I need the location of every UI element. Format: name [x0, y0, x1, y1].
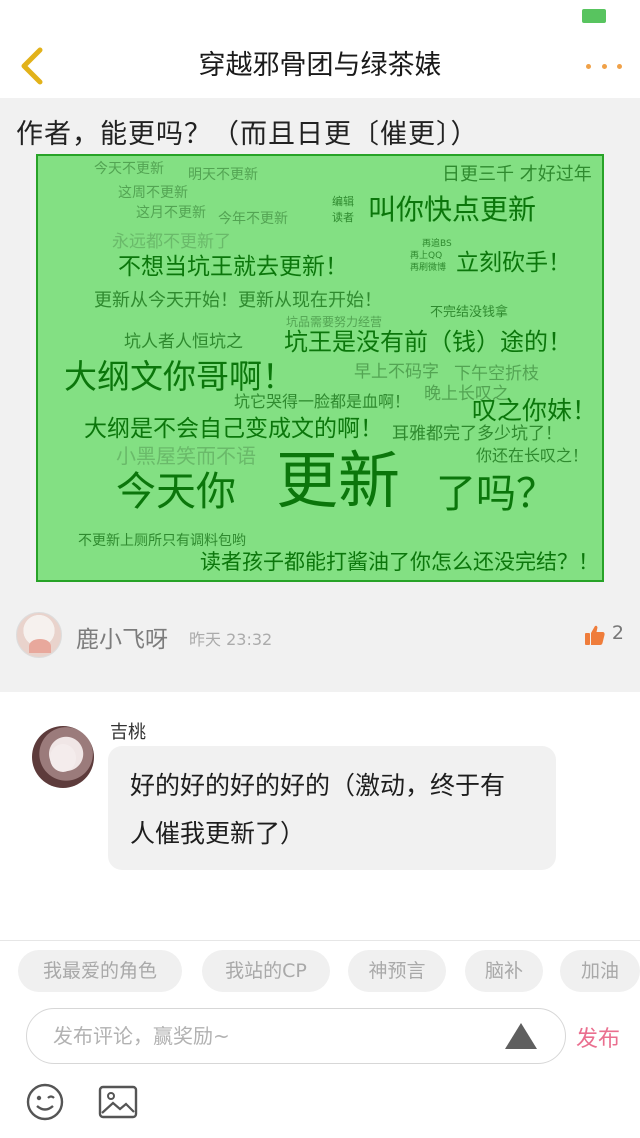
- meme-text: 坑品需要努力经营: [286, 315, 383, 329]
- send-triangle-icon[interactable]: [505, 1023, 537, 1049]
- meme-text: 读者孩子都能打酱油了你怎么还没完结？！: [200, 550, 599, 574]
- meme-text: 早上不码字: [354, 362, 439, 382]
- more-dot-icon: [586, 63, 591, 69]
- meme-text: 不想当坑王就去更新！: [118, 254, 348, 280]
- meme-image[interactable]: 今天不更新 明天不更新 这周不更新 这月不更新 今年不更新 日更三千 才好过年 …: [36, 154, 604, 582]
- post-card: 作者，能更吗？（而且日更〔催更〕） 今天不更新 明天不更新 这周不更新 这月不更…: [0, 98, 640, 692]
- tag-chip[interactable]: 我最爱的角色: [18, 950, 182, 992]
- comment-text: 好的好的好的好的（激动，终于有: [130, 771, 506, 800]
- chevron-left-icon: [21, 47, 43, 85]
- meme-text: 叫你快点更新: [368, 193, 537, 226]
- post-text: 作者，能更吗？（而且日更〔催更〕）: [16, 119, 479, 150]
- meme-text: 再追BS: [422, 239, 452, 249]
- back-button[interactable]: [12, 42, 52, 90]
- status-bar: [0, 0, 640, 34]
- comment-bubble: 好的好的好的好的（激动，终于有 人催我更新了）: [108, 746, 556, 870]
- more-dot-icon: [617, 63, 622, 69]
- publish-button[interactable]: 发布: [576, 1021, 620, 1053]
- page-title: 穿越邪骨团与绿茶婊: [198, 50, 442, 81]
- comment-composer: 我最爱的角色 我站的CP 神预言 脑补 加油 发布: [0, 940, 640, 1138]
- meme-text: 小黑屋笑而不语: [116, 444, 256, 468]
- author-name[interactable]: 鹿小飞呀: [76, 620, 168, 654]
- comment-text: 人催我更新了）: [130, 819, 306, 848]
- header: 穿越邪骨团与绿茶婊: [0, 34, 640, 98]
- meme-text: 明天不更新: [188, 167, 258, 183]
- comment-item: 吉桃 好的好的好的好的（激动，终于有 人催我更新了）: [0, 692, 640, 940]
- meme-text: 永远都不更新了: [112, 232, 231, 252]
- meme-text: 今天你: [116, 469, 236, 515]
- meme-text: 大纲是不会自己变成文的啊！: [84, 416, 383, 442]
- post-timestamp: 昨天 23:32: [189, 630, 273, 649]
- meme-text: 立刻砍手！: [456, 250, 571, 276]
- meme-text: 更新从今天开始！更新从现在开始！: [94, 290, 382, 311]
- meme-text: 你还在长叹之！: [476, 446, 589, 465]
- meme-text: 编辑: [332, 195, 354, 208]
- more-dot-icon: [601, 63, 607, 69]
- post-author-row: 鹿小飞呀 昨天 23:32 2: [0, 608, 640, 664]
- battery-icon: [582, 9, 606, 23]
- tag-chip[interactable]: 加油: [560, 950, 640, 992]
- more-options-button[interactable]: [586, 52, 622, 80]
- meme-text: 这周不更新: [118, 185, 188, 201]
- meme-text: 日更三千 才好过年: [442, 164, 592, 185]
- meme-text: 不更新上厕所只有调料包哟: [78, 533, 246, 549]
- meme-text: 再刷微博: [410, 263, 447, 273]
- emoji-icon[interactable]: [26, 1083, 64, 1121]
- meme-text: 耳雅都完了多少坑了！: [392, 424, 562, 444]
- tag-chip[interactable]: 脑补: [465, 950, 543, 992]
- meme-text: 下午空折枝: [454, 364, 539, 384]
- comment-input-container: [26, 1008, 566, 1064]
- tag-chip[interactable]: 我站的CP: [202, 950, 330, 992]
- meme-text: 坑它哭得一脸都是血啊！: [234, 392, 411, 411]
- thumbs-up-icon[interactable]: [584, 624, 606, 646]
- meme-text: 大纲文你哥啊！: [64, 357, 295, 396]
- comment-input[interactable]: [53, 1009, 473, 1063]
- meme-text: 更新: [276, 444, 401, 517]
- avatar[interactable]: [16, 612, 62, 658]
- meme-text: 今天不更新: [94, 161, 164, 177]
- avatar[interactable]: [32, 726, 94, 788]
- commenter-name[interactable]: 吉桃: [110, 718, 146, 744]
- meme-text: 坑王是没有前（钱）途的！: [284, 328, 572, 356]
- meme-text: 今年不更新: [218, 211, 288, 227]
- meme-text: 不完结没钱拿: [430, 305, 509, 320]
- meme-text: 坑人者人恒坑之: [124, 332, 243, 352]
- tag-chip[interactable]: 神预言: [348, 950, 446, 992]
- meme-text: 叹之你妹！: [472, 396, 598, 425]
- image-icon[interactable]: [98, 1085, 138, 1119]
- like-count: 2: [611, 622, 624, 644]
- meme-text: 这月不更新: [136, 205, 206, 221]
- meme-text: 读者: [332, 211, 354, 224]
- meme-text: 再上QQ: [410, 251, 443, 261]
- meme-text: 了吗？: [436, 471, 556, 517]
